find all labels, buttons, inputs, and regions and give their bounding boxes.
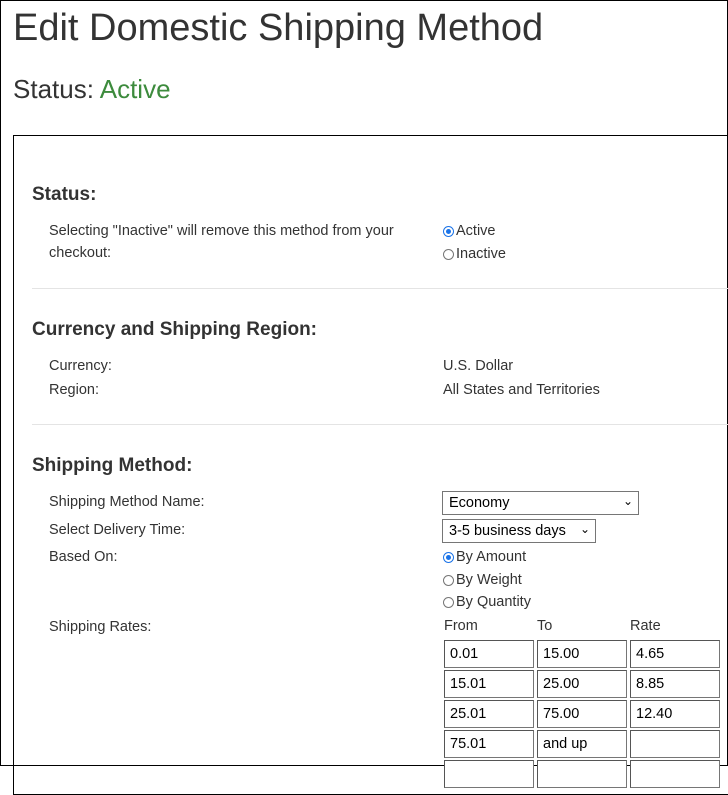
status-value: Active	[99, 74, 171, 104]
edit-form-panel: Status: Selecting "Inactive" will remove…	[13, 135, 728, 795]
region-section-heading: Currency and Shipping Region:	[32, 319, 318, 340]
rate-value-input[interactable]	[630, 760, 720, 788]
rates-column-from: From	[444, 618, 478, 634]
method-name-label: Shipping Method Name:	[49, 494, 205, 510]
based-on-weight-radio[interactable]: By Weight	[443, 569, 522, 591]
rate-value-input[interactable]	[630, 730, 720, 758]
currency-value: U.S. Dollar	[443, 358, 514, 374]
region-label: Region:	[49, 382, 99, 398]
method-section-heading: Shipping Method:	[32, 455, 193, 476]
section-divider	[32, 288, 728, 289]
page-title: Edit Domestic Shipping Method	[13, 7, 544, 49]
rate-from-input[interactable]: 0.01	[444, 640, 534, 668]
status-summary: Status: Active	[13, 74, 171, 105]
rate-to-input[interactable]: and up	[537, 730, 627, 758]
delivery-time-value: 3-5 business days	[449, 523, 566, 539]
rates-column-to: To	[537, 618, 553, 634]
rate-from-input[interactable]: 25.01	[444, 700, 534, 728]
based-on-amount-label: By Amount	[456, 549, 527, 565]
chevron-down-icon: ⌄	[622, 494, 633, 508]
radio-unselected-icon	[443, 596, 454, 608]
based-on-weight-label: By Weight	[456, 572, 522, 588]
rate-to-input[interactable]	[537, 760, 627, 788]
based-on-quantity-radio[interactable]: By Quantity	[443, 591, 531, 613]
rate-value-input[interactable]: 8.85	[630, 670, 720, 698]
status-section-heading: Status:	[32, 184, 97, 205]
rate-value-input[interactable]: 4.65	[630, 640, 720, 668]
radio-selected-icon	[443, 551, 454, 563]
shipping-rates-label: Shipping Rates:	[49, 619, 152, 635]
rate-to-input[interactable]: 25.00	[537, 670, 627, 698]
radio-unselected-icon	[443, 248, 454, 260]
delivery-time-label: Select Delivery Time:	[49, 522, 186, 538]
status-inactive-radio[interactable]: Inactive	[443, 243, 506, 265]
radio-selected-icon	[443, 225, 454, 237]
status-label: Status:	[13, 74, 100, 104]
rate-from-input[interactable]: 75.01	[444, 730, 534, 758]
currency-label: Currency:	[49, 358, 112, 374]
chevron-down-icon: ⌄	[579, 522, 590, 536]
status-inactive-label: Inactive	[456, 246, 506, 262]
region-value: All States and Territories	[443, 382, 600, 398]
status-description: Selecting "Inactive" will remove this me…	[49, 223, 394, 261]
based-on-label: Based On:	[49, 549, 118, 565]
rate-value-input[interactable]: 12.40	[630, 700, 720, 728]
section-divider	[32, 424, 728, 425]
based-on-amount-radio[interactable]: By Amount	[443, 546, 526, 568]
rate-to-input[interactable]: 15.00	[537, 640, 627, 668]
delivery-time-select[interactable]: 3-5 business days ⌄	[442, 519, 596, 543]
radio-unselected-icon	[443, 574, 454, 586]
method-name-value: Economy	[449, 495, 510, 511]
rates-column-rate: Rate	[630, 618, 661, 634]
method-name-select[interactable]: Economy ⌄	[442, 491, 639, 515]
status-active-radio[interactable]: Active	[443, 220, 496, 242]
status-active-label: Active	[456, 223, 496, 239]
rate-to-input[interactable]: 75.00	[537, 700, 627, 728]
rate-from-input[interactable]	[444, 760, 534, 788]
rate-from-input[interactable]: 15.01	[444, 670, 534, 698]
based-on-quantity-label: By Quantity	[456, 594, 531, 610]
